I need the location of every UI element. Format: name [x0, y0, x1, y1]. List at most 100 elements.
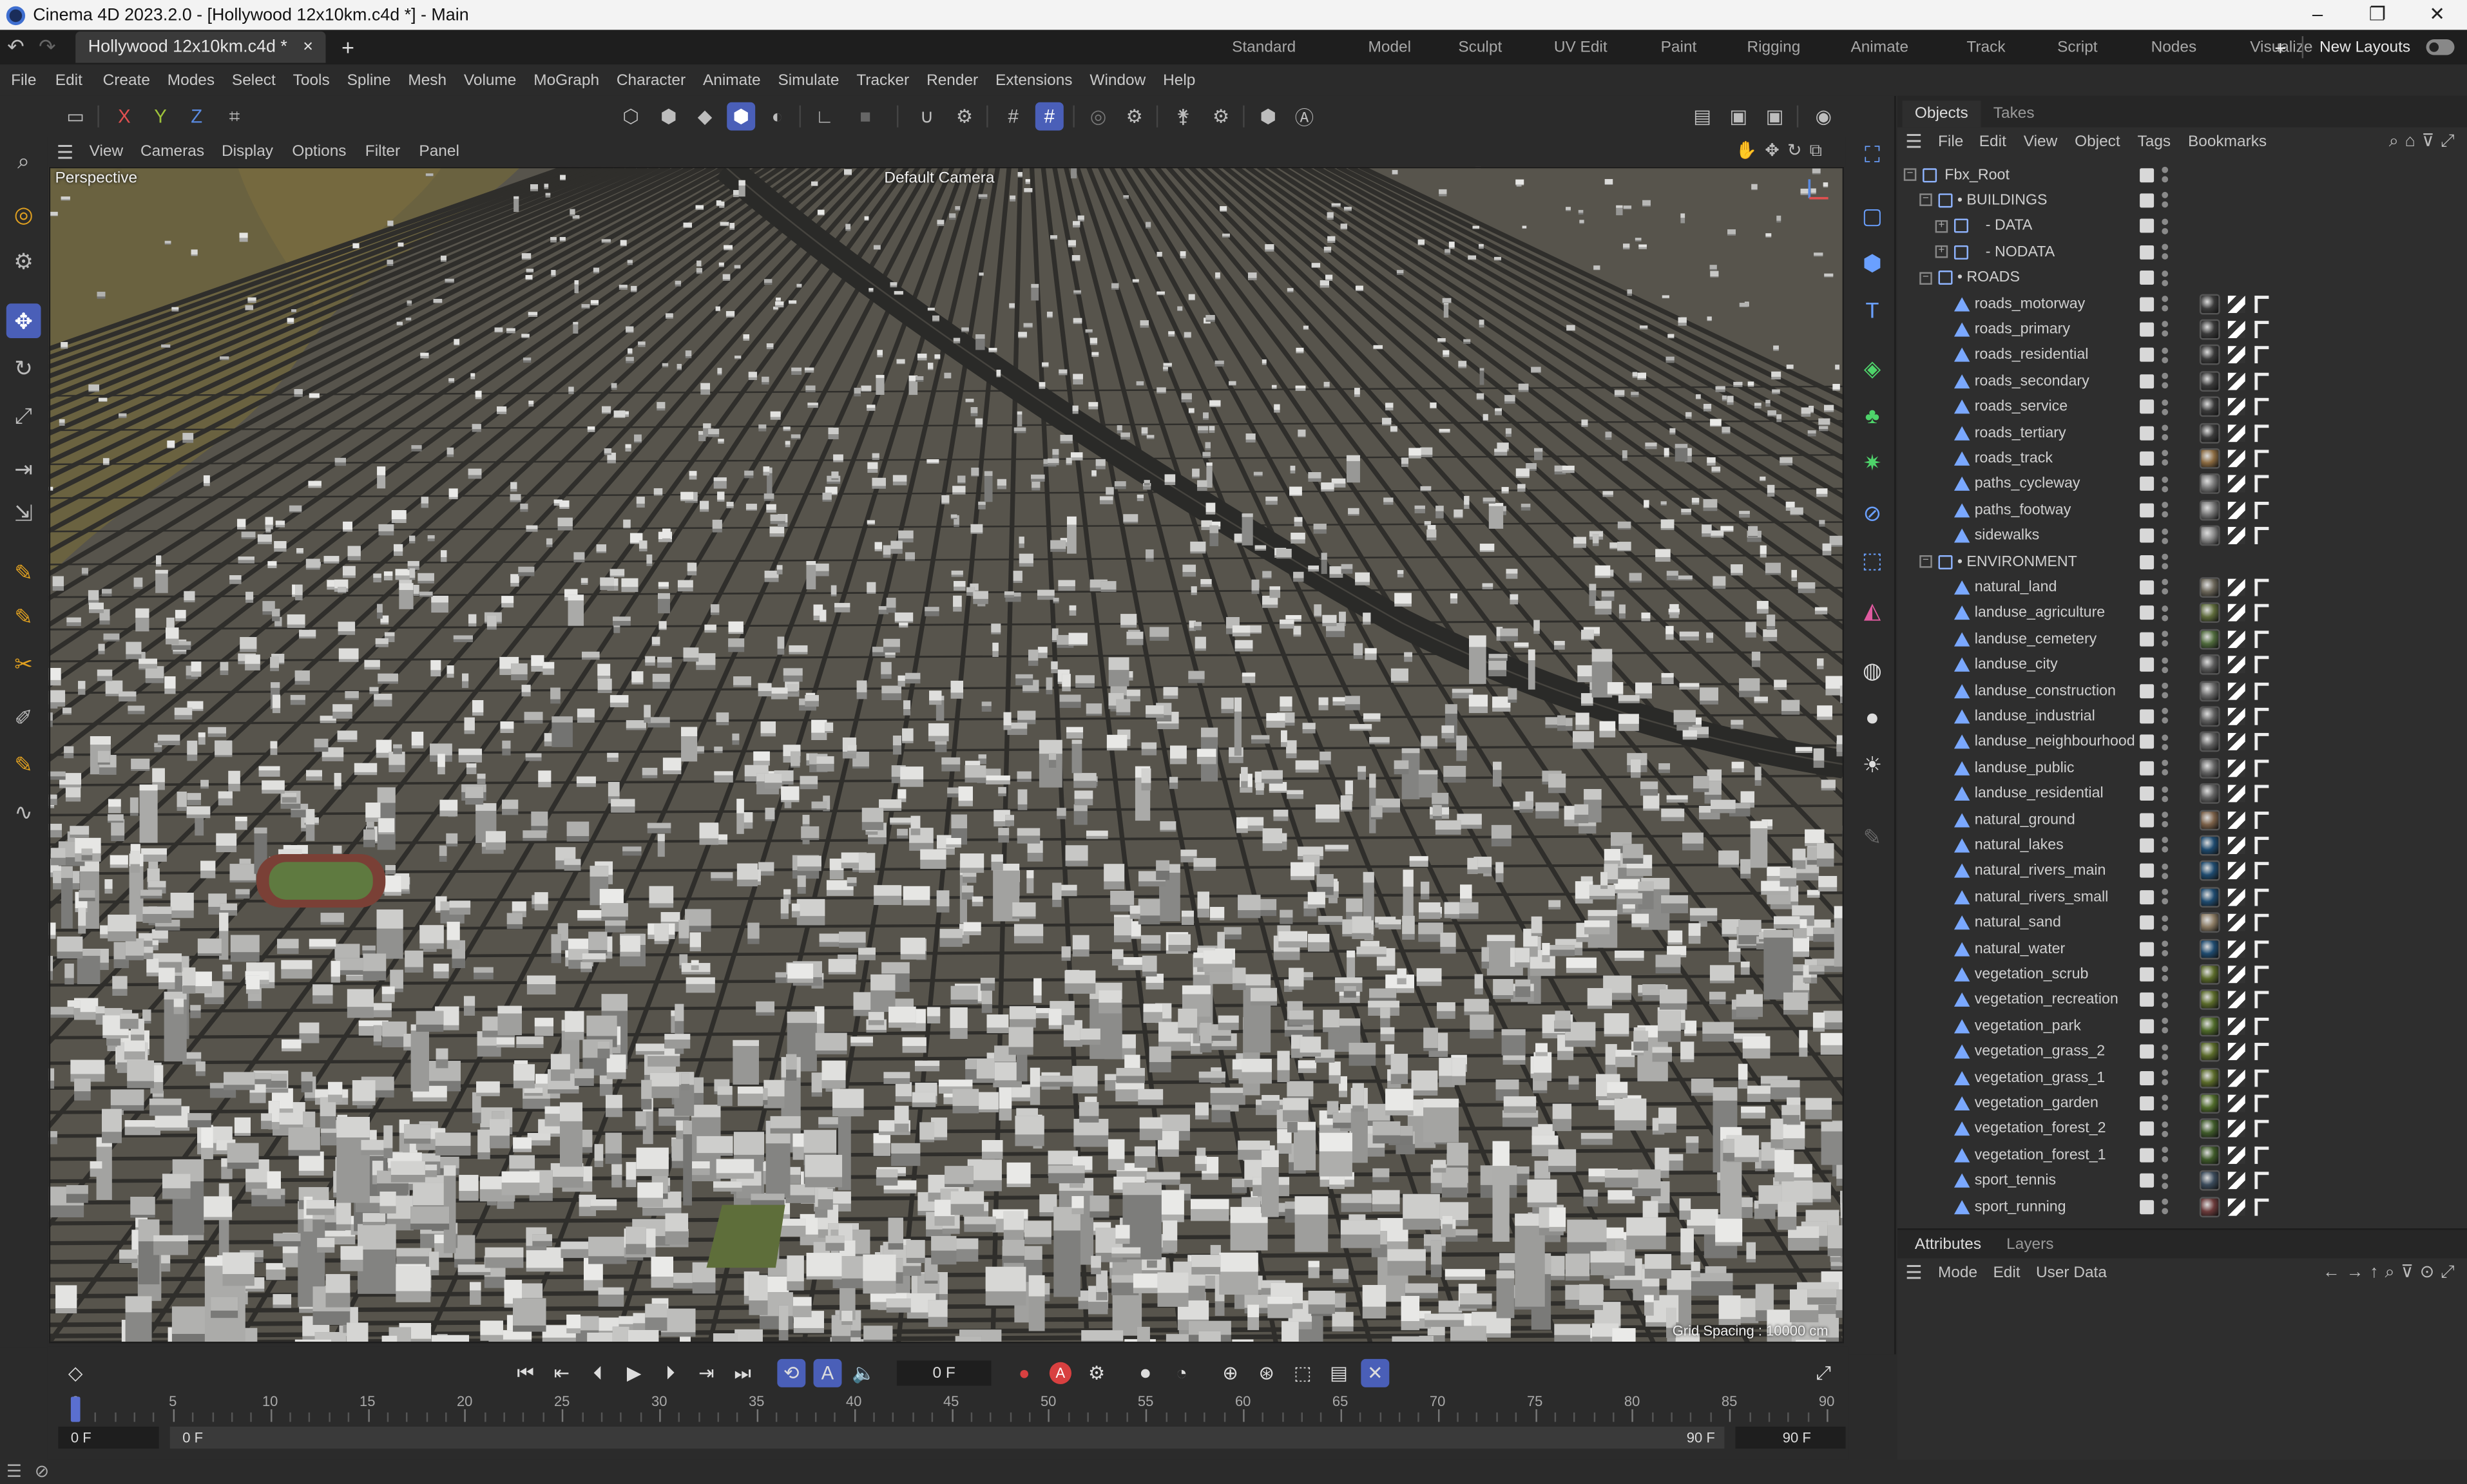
building-roof — [861, 385, 872, 391]
menu-simulate[interactable]: Simulate — [778, 71, 839, 89]
search-icon[interactable]: ⌕ — [6, 143, 41, 178]
menu-animate[interactable]: Animate — [703, 71, 761, 89]
y-axis-lock-button[interactable]: Y — [146, 102, 175, 131]
layout-nodes[interactable]: Nodes — [2151, 39, 2197, 56]
viewport-menu-view[interactable]: View — [90, 143, 124, 160]
add-layout-icon[interactable]: + — [2274, 35, 2287, 59]
3d-viewport[interactable]: Perspective Default Camera Grid Spacing … — [48, 166, 1845, 1344]
live-selection-icon[interactable]: ◎ — [6, 196, 41, 231]
move-tool-icon[interactable]: ✥ — [6, 303, 41, 339]
menu-character[interactable]: Character — [617, 71, 686, 89]
viewport-menu-filter[interactable]: Filter — [365, 143, 400, 160]
layout-animate[interactable]: Animate — [1850, 39, 1908, 56]
symmetry-icon[interactable]: ⚵ — [1169, 102, 1197, 131]
menu-tracker[interactable]: Tracker — [856, 71, 909, 89]
viewport-menu-options[interactable]: Options — [292, 143, 346, 160]
layout-model[interactable]: Model — [1368, 39, 1412, 56]
symmetry-settings-icon[interactable]: ⚙ — [1207, 102, 1235, 131]
building-roof — [1238, 1140, 1270, 1150]
render-region-icon[interactable]: ▤ — [1688, 102, 1716, 131]
uv-mode-icon[interactable]: ◐ — [763, 102, 791, 131]
snap-enable-icon[interactable]: # — [1035, 102, 1064, 131]
layout-track[interactable]: Track — [1966, 39, 2005, 56]
model-edit-mode-icon[interactable]: ⬢ — [727, 102, 756, 131]
layout-script[interactable]: Script — [2057, 39, 2097, 56]
spline-pen-icon[interactable]: ✎ — [6, 555, 41, 590]
transfer-tool-icon[interactable]: ⇥ — [6, 452, 41, 486]
building-roof — [340, 1246, 363, 1260]
menu-spline[interactable]: Spline — [347, 71, 391, 89]
document-tab-close-icon[interactable]: × — [303, 38, 313, 57]
building-roof — [879, 799, 902, 808]
snap-grid-icon[interactable]: # — [999, 102, 1028, 131]
layout-uv-edit[interactable]: UV Edit — [1554, 39, 1608, 56]
layout-sculpt[interactable]: Sculpt — [1458, 39, 1502, 56]
building-roof — [148, 880, 166, 888]
layout-lock-toggle[interactable] — [2426, 39, 2455, 55]
render-settings-icon[interactable]: ◉ — [1809, 102, 1838, 131]
knife-tool-icon[interactable]: ✂ — [6, 647, 41, 681]
add-document-tab-icon[interactable]: + — [341, 35, 354, 60]
x-axis-lock-button[interactable]: X — [110, 102, 139, 131]
spline-tool-icon[interactable]: ✎ — [6, 599, 41, 634]
menu-mograph[interactable]: MoGraph — [533, 71, 599, 89]
document-tab[interactable]: Hollywood 12x10km.c4d * × — [75, 31, 326, 63]
viewport-menu-icon[interactable]: ☰ — [57, 141, 73, 163]
layout-standard[interactable]: Standard — [1232, 39, 1296, 56]
close-button[interactable]: ✕ — [2407, 0, 2467, 30]
viewport-menu-cameras[interactable]: Cameras — [140, 143, 204, 160]
tweak-mode-icon[interactable]: ■ — [851, 102, 879, 131]
coordinate-system-icon[interactable]: ⌗ — [220, 102, 249, 131]
building-roof — [805, 1154, 843, 1177]
brush-tool-icon[interactable]: ✐ — [6, 700, 41, 735]
minimize-button[interactable]: – — [2288, 0, 2348, 30]
magnet-icon[interactable]: ∪ — [912, 102, 941, 131]
menu-modes[interactable]: Modes — [168, 71, 215, 89]
menu-volume[interactable]: Volume — [464, 71, 516, 89]
lock-workplane-icon[interactable]: ⬢ — [1254, 102, 1282, 131]
points-mode-icon[interactable]: ⬡ — [617, 102, 645, 131]
menu-file[interactable]: File — [11, 71, 36, 89]
spline-smooth-icon[interactable]: ∿ — [6, 794, 41, 829]
render-to-picture-viewer-icon[interactable]: ▣ — [1761, 102, 1789, 131]
viewport-menu-panel[interactable]: Panel — [419, 143, 459, 160]
select-settings-icon[interactable]: ⚙ — [6, 244, 41, 279]
menu-create[interactable]: Create — [103, 71, 150, 89]
menu-edit[interactable]: Edit — [55, 71, 82, 89]
menu-select[interactable]: Select — [232, 71, 276, 89]
z-axis-lock-button[interactable]: Z — [182, 102, 211, 131]
building-roof — [542, 661, 555, 669]
viewport-navigation-icons[interactable]: ✋✥↻⧉ — [1736, 140, 1830, 162]
workplane-icon[interactable]: ◎ — [1084, 102, 1113, 131]
maximize-button[interactable]: ❐ — [2347, 0, 2407, 30]
layout-paint[interactable]: Paint — [1661, 39, 1697, 56]
text-snap-icon[interactable]: Ⓐ — [1290, 102, 1318, 131]
menu-render[interactable]: Render — [926, 71, 978, 89]
edges-mode-icon[interactable]: ⬢ — [655, 102, 683, 131]
workplane-settings-icon[interactable]: ⚙ — [1120, 102, 1149, 131]
scale-tool-icon[interactable]: ⤢ — [6, 398, 41, 433]
layout-rigging[interactable]: Rigging — [1747, 39, 1800, 56]
undo-icon[interactable]: ↶ — [0, 35, 32, 60]
redo-icon[interactable]: ↷ — [32, 35, 63, 60]
building-roof — [427, 535, 435, 539]
building-roof — [1812, 1182, 1831, 1199]
menu-tools[interactable]: Tools — [293, 71, 330, 89]
polygons-mode-icon[interactable]: ◆ — [691, 102, 719, 131]
menu-mesh[interactable]: Mesh — [408, 71, 446, 89]
rotate-tool-icon[interactable]: ↻ — [6, 351, 41, 386]
coordinate-manager-icon[interactable]: ⇲ — [6, 495, 41, 530]
sculpt-tool-icon[interactable]: ✎ — [6, 747, 41, 782]
viewport-menu-display[interactable]: Display — [222, 143, 273, 160]
soft-selection-icon[interactable]: ⚙ — [950, 102, 979, 131]
building-roof — [1680, 1228, 1694, 1253]
new-layouts-label[interactable]: New Layouts — [2319, 39, 2410, 56]
axis-mode-icon[interactable]: ∟ — [811, 102, 839, 131]
menu-extensions[interactable]: Extensions — [995, 71, 1072, 89]
render-view-icon[interactable]: ▣ — [1724, 102, 1752, 131]
model-mode-icon[interactable]: ▭ — [61, 102, 90, 131]
building-roof — [763, 279, 773, 283]
building-roof — [1740, 961, 1750, 967]
menu-window[interactable]: Window — [1090, 71, 1146, 89]
menu-help[interactable]: Help — [1163, 71, 1195, 89]
